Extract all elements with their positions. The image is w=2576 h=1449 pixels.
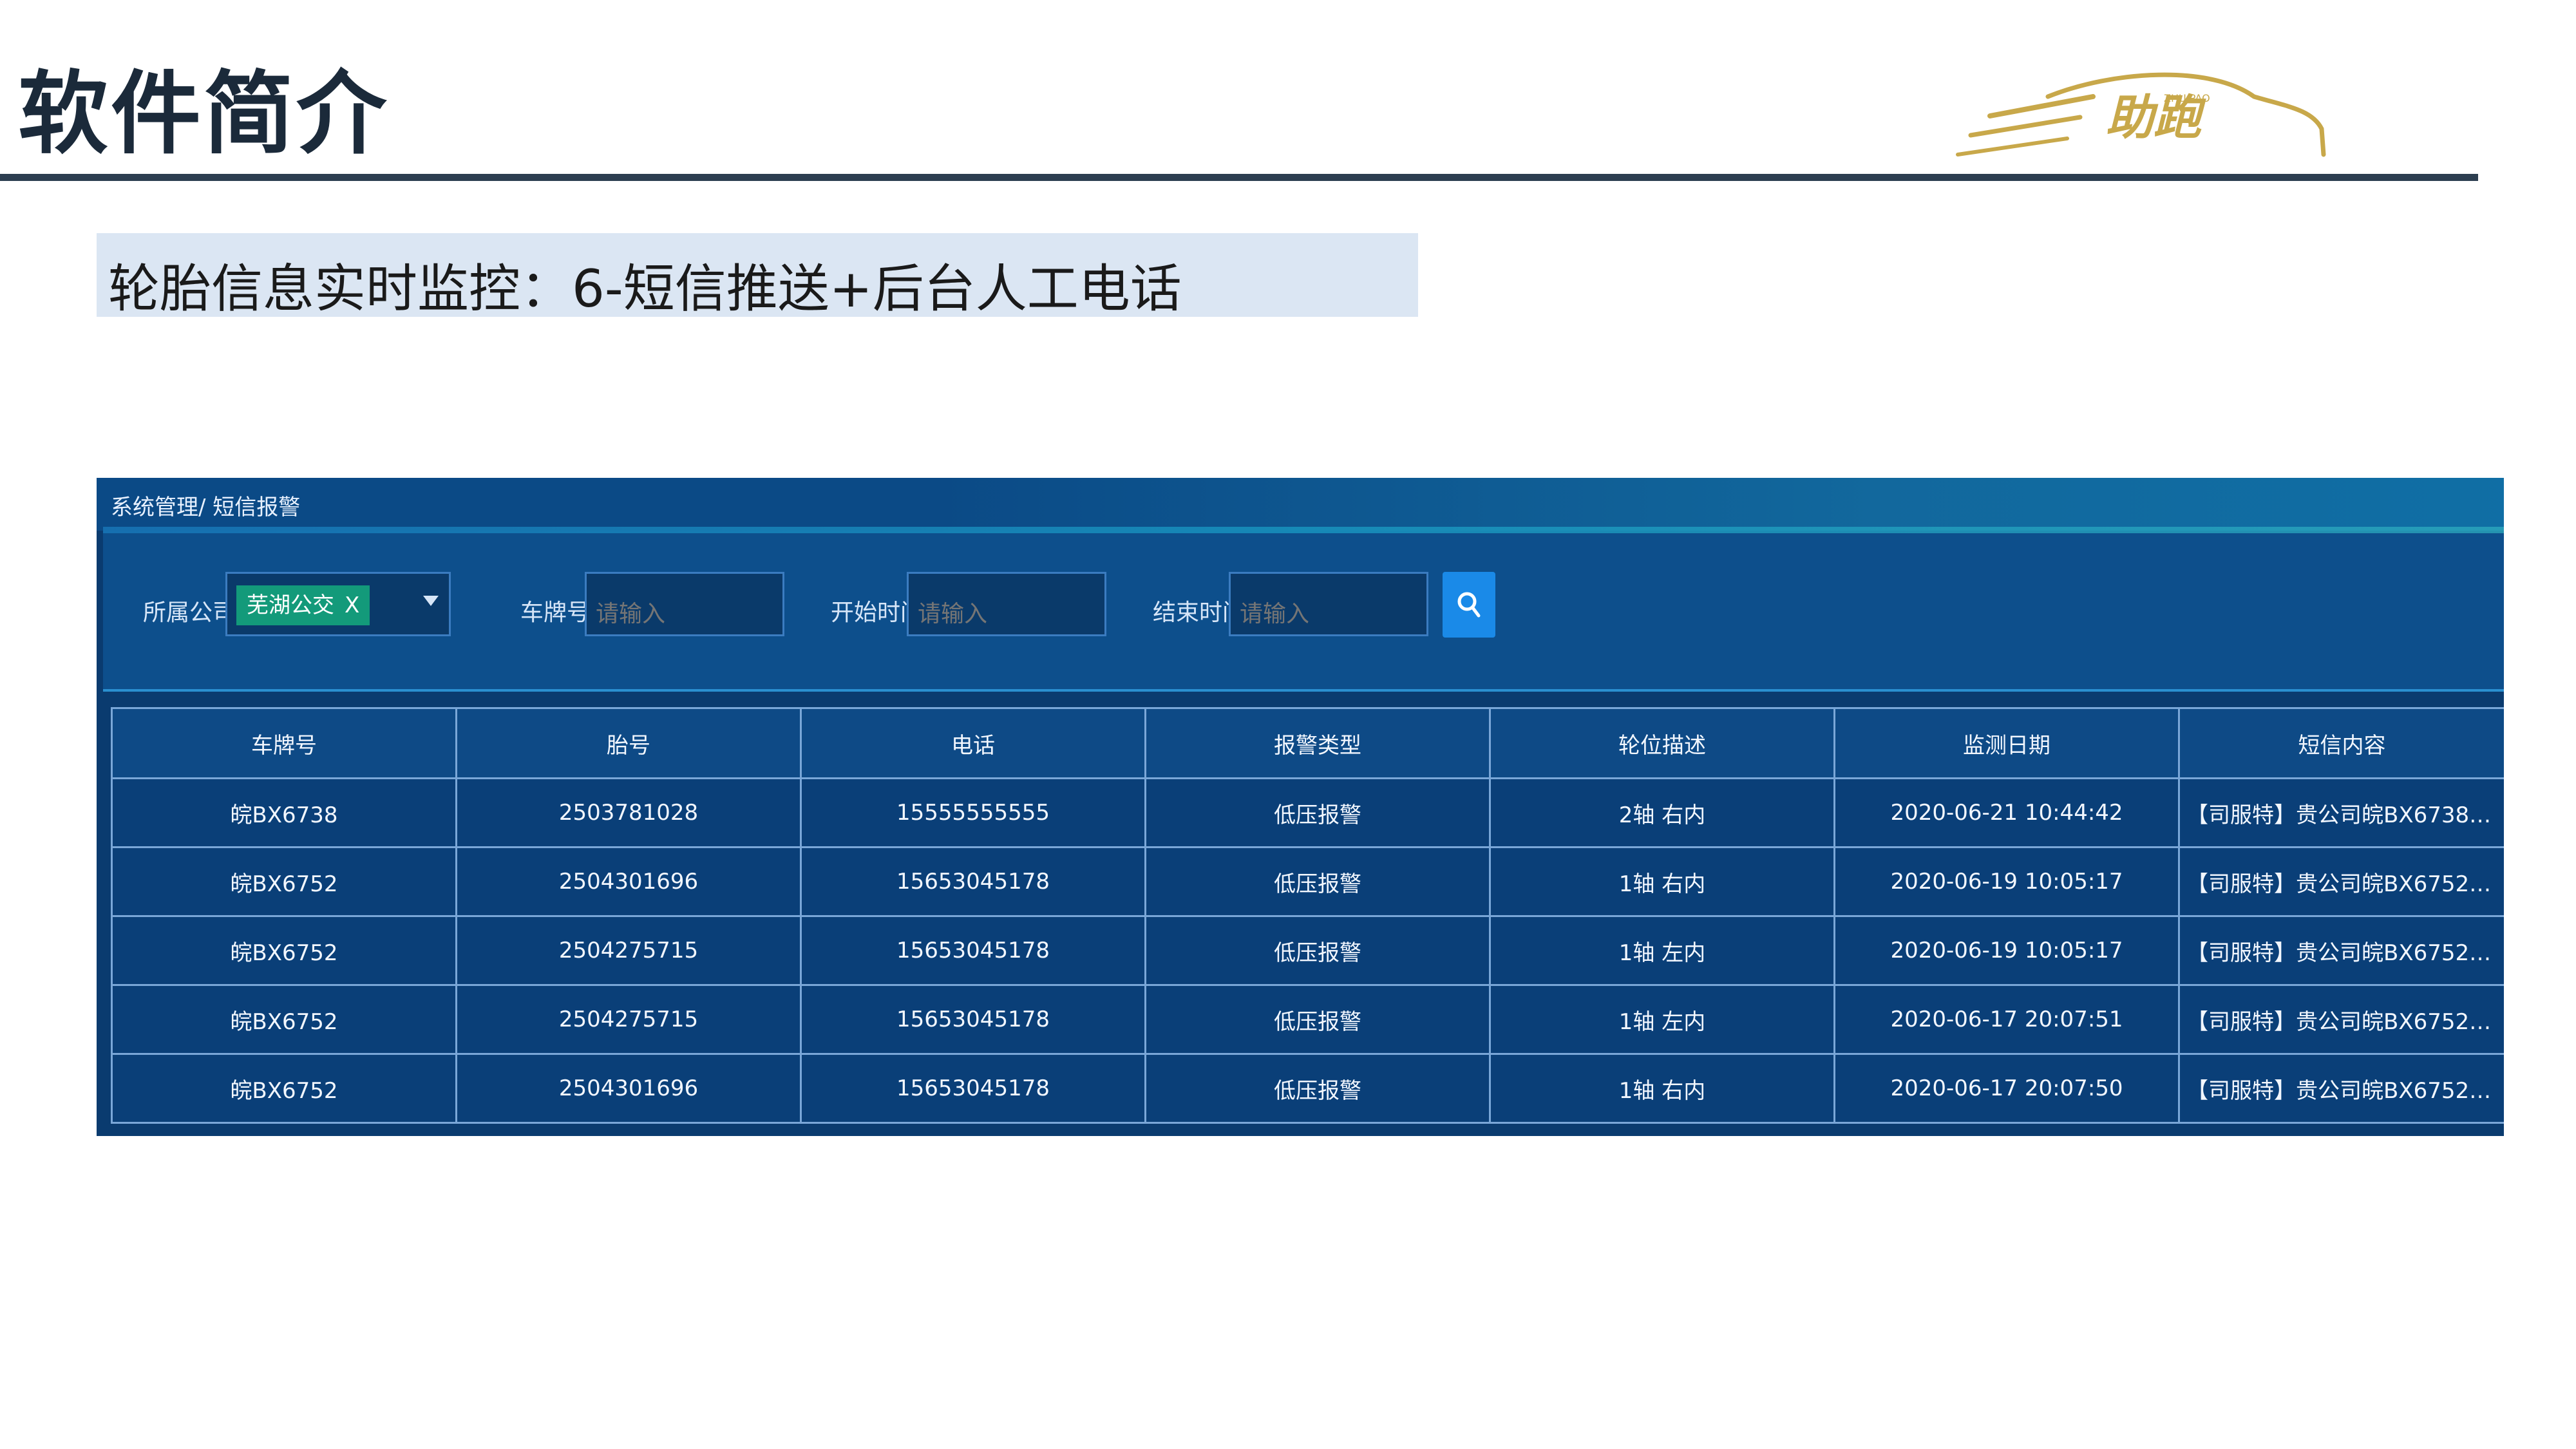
cell-wheel-position: 1轴 左内 <box>1489 984 1835 1055</box>
breadcrumb[interactable]: 系统管理/ 短信报警 <box>111 489 300 521</box>
chevron-down-icon[interactable] <box>423 596 439 606</box>
cell-tire-no: 2504301696 <box>455 1053 802 1124</box>
cell-sms-content: 【司服特】贵公司皖BX6752车辆出现低压报... <box>2178 1053 2504 1124</box>
cell-monitor-date: 2020-06-21 10:44:42 <box>1833 777 2180 848</box>
subtitle-banner: 轮胎信息实时监控：6-短信推送+后台人工电话 <box>97 233 1418 319</box>
cell-wheel-position: 1轴 右内 <box>1489 1053 1835 1124</box>
table-row[interactable]: 皖BX6738 2503781028 15555555555 低压报警 2轴 右… <box>111 777 2504 848</box>
cell-tire-no: 2504275715 <box>455 915 802 986</box>
table-row[interactable]: 皖BX6752 2504301696 15653045178 低压报警 1轴 右… <box>111 1053 2504 1124</box>
cell-wheel-position: 1轴 左内 <box>1489 915 1835 986</box>
end-time-input[interactable] <box>1229 572 1428 636</box>
cell-monitor-date: 2020-06-17 20:07:50 <box>1833 1053 2180 1124</box>
cell-phone: 15653045178 <box>800 915 1146 986</box>
cell-tire-no: 2504275715 <box>455 984 802 1055</box>
search-button[interactable] <box>1443 572 1495 638</box>
cell-alarm-type: 低压报警 <box>1144 915 1491 986</box>
table-row[interactable]: 皖BX6752 2504275715 15653045178 低压报警 1轴 左… <box>111 984 2504 1055</box>
cell-monitor-date: 2020-06-19 10:05:17 <box>1833 846 2180 917</box>
col-plate[interactable]: 车牌号 <box>111 707 457 779</box>
cell-wheel-position: 1轴 右内 <box>1489 846 1835 917</box>
cell-plate: 皖BX6752 <box>111 915 457 986</box>
cell-alarm-type: 低压报警 <box>1144 777 1491 848</box>
cell-tire-no: 2503781028 <box>455 777 802 848</box>
cell-plate: 皖BX6752 <box>111 984 457 1055</box>
cell-alarm-type: 低压报警 <box>1144 846 1491 917</box>
cell-monitor-date: 2020-06-19 10:05:17 <box>1833 915 2180 986</box>
company-label: 所属公司 <box>143 600 236 626</box>
cell-sms-content: 【司服特】贵公司皖BX6752车辆出现低压报... <box>2178 915 2504 986</box>
tag-close-icon[interactable]: X <box>345 592 359 618</box>
brand-logo: 助跑 ZHU PAO <box>1956 72 2326 157</box>
search-icon <box>1457 592 1481 618</box>
col-tire-no[interactable]: 胎号 <box>455 707 802 779</box>
col-phone[interactable]: 电话 <box>800 707 1146 779</box>
plate-input[interactable] <box>585 572 784 636</box>
logo-brand: ZHU PAO <box>2164 92 2210 104</box>
alarm-table: 车牌号 胎号 电话 报警类型 轮位描述 监测日期 短信内容 皖BX6738 25… <box>111 707 2504 1124</box>
filter-toolbar: 所属公司 芜湖公交X 车牌号 开始时间 结束时间 <box>103 527 2504 692</box>
plate-label: 车牌号 <box>520 600 591 626</box>
sms-alarm-screenshot: 系统管理/ 短信报警 所属公司 芜湖公交X 车牌号 开始时间 结束时间 车牌号 <box>97 478 2504 1136</box>
cell-monitor-date: 2020-06-17 20:07:51 <box>1833 984 2180 1055</box>
cell-alarm-type: 低压报警 <box>1144 1053 1491 1124</box>
slide-title: 软件简介 <box>18 62 390 167</box>
cell-sms-content: 【司服特】贵公司皖BX6752车辆出现低压报... <box>2178 984 2504 1055</box>
title-divider <box>0 174 2478 181</box>
cell-phone: 15555555555 <box>800 777 1146 848</box>
subtitle-text: 轮胎信息实时监控：6-短信推送+后台人工电话 <box>108 259 1182 319</box>
cell-plate: 皖BX6738 <box>111 777 457 848</box>
cell-alarm-type: 低压报警 <box>1144 984 1491 1055</box>
cell-plate: 皖BX6752 <box>111 846 457 917</box>
col-alarm-type[interactable]: 报警类型 <box>1144 707 1491 779</box>
cell-plate: 皖BX6752 <box>111 1053 457 1124</box>
table-header-row: 车牌号 胎号 电话 报警类型 轮位描述 监测日期 短信内容 <box>111 707 2504 779</box>
app-header: 系统管理/ 短信报警 <box>97 478 2504 531</box>
cell-phone: 15653045178 <box>800 846 1146 917</box>
table-row[interactable]: 皖BX6752 2504301696 15653045178 低压报警 1轴 右… <box>111 846 2504 917</box>
company-select[interactable]: 芜湖公交 X <box>225 572 451 636</box>
col-wheel-position[interactable]: 轮位描述 <box>1489 707 1835 779</box>
table-row[interactable]: 皖BX6752 2504275715 15653045178 低压报警 1轴 左… <box>111 915 2504 986</box>
cell-tire-no: 2504301696 <box>455 846 802 917</box>
cell-phone: 15653045178 <box>800 1053 1146 1124</box>
col-sms-content[interactable]: 短信内容 <box>2178 707 2504 779</box>
col-monitor-date[interactable]: 监测日期 <box>1833 707 2180 779</box>
start-time-input[interactable] <box>907 572 1106 636</box>
cell-sms-content: 【司服特】贵公司皖BX6738车辆出现低压报... <box>2178 777 2504 848</box>
company-tag[interactable]: 芜湖公交 X <box>236 585 370 625</box>
cell-sms-content: 【司服特】贵公司皖BX6752车辆出现低压报... <box>2178 846 2504 917</box>
cell-phone: 15653045178 <box>800 984 1146 1055</box>
cell-wheel-position: 2轴 右内 <box>1489 777 1835 848</box>
